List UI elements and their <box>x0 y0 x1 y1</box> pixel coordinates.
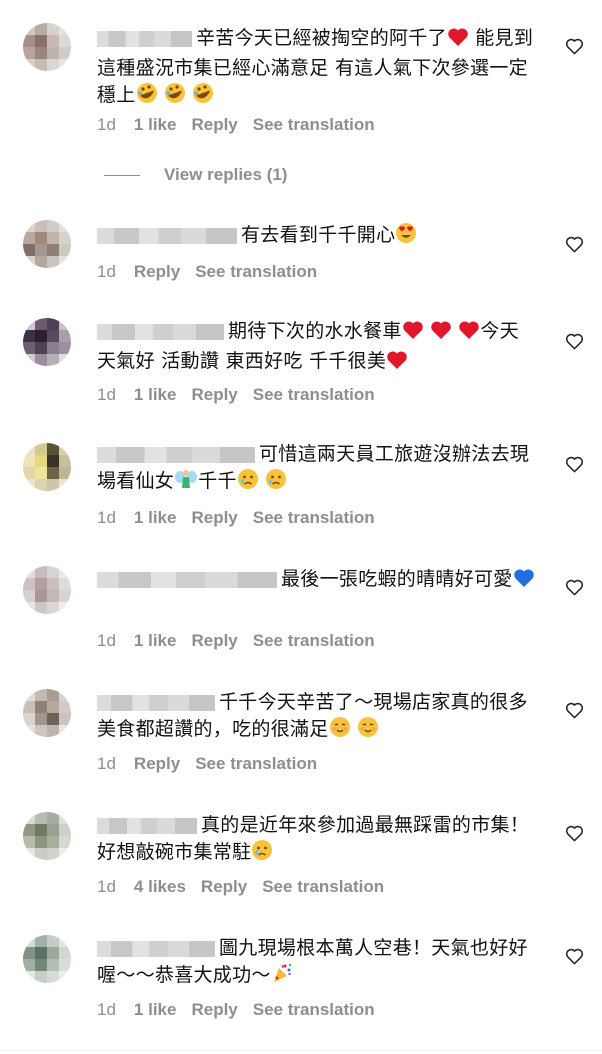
comment-meta: 1d 4 likes Reply See translation <box>97 877 399 897</box>
likes-count[interactable]: 1 like <box>134 115 177 134</box>
comment-body: 有去看到千千開心 <box>241 224 396 246</box>
party-popper-emoji-icon <box>271 962 293 992</box>
reply-button[interactable]: Reply <box>191 115 237 134</box>
username[interactable] <box>97 323 224 340</box>
view-replies-line <box>104 174 140 176</box>
likes-count[interactable]: 1 like <box>134 631 177 650</box>
reply-button[interactable]: Reply <box>134 262 180 281</box>
crying-face-emoji-icon <box>237 468 259 498</box>
avatar[interactable] <box>23 220 71 268</box>
heart-eyes-emoji-icon <box>395 222 417 252</box>
avatar[interactable] <box>23 935 71 983</box>
heart-icon <box>458 320 480 348</box>
timestamp: 1d <box>97 115 116 134</box>
avatar[interactable] <box>23 318 71 366</box>
comment-meta: 1d Reply See translation <box>97 754 332 774</box>
rofl-emoji-icon <box>136 82 158 112</box>
comment-body-cont: 千千 <box>198 470 237 492</box>
timestamp: 1d <box>97 877 116 896</box>
comment-text: 期待下次的水水餐車 今天天氣好 活動讚 東西好吃 千千很美 <box>97 318 537 378</box>
avatar[interactable] <box>23 23 71 71</box>
reply-button[interactable]: Reply <box>191 631 237 650</box>
timestamp: 1d <box>97 631 116 650</box>
heart-icon <box>386 350 408 378</box>
comment-body: 最後一張吃蝦的晴晴好可愛 <box>281 568 513 590</box>
reply-button[interactable]: Reply <box>134 754 180 773</box>
reply-button[interactable]: Reply <box>191 508 237 527</box>
avatar[interactable] <box>23 443 71 491</box>
like-heart-icon[interactable] <box>565 235 584 254</box>
comment-text: 辛苦今天已經被掏空的阿千了 能見到這種盛況市集已經心滿意足 有這人氣下次參選一定… <box>97 25 537 112</box>
like-heart-icon[interactable] <box>565 947 584 966</box>
timestamp: 1d <box>97 385 116 404</box>
see-translation-button[interactable]: See translation <box>195 754 317 773</box>
comment-text: 有去看到千千開心 <box>97 222 537 252</box>
timestamp: 1d <box>97 262 116 281</box>
see-translation-button[interactable]: See translation <box>253 385 375 404</box>
likes-count[interactable]: 1 like <box>134 1000 177 1019</box>
reply-button[interactable]: Reply <box>191 385 237 404</box>
view-replies-label[interactable]: View replies (1) <box>164 165 287 185</box>
comment-text: 可惜這兩天員工旅遊沒辦法去現場看仙女 千千 <box>97 441 537 498</box>
crying-face-emoji-icon <box>251 839 273 869</box>
reply-button[interactable]: Reply <box>201 877 247 896</box>
likes-count[interactable]: 4 likes <box>134 877 186 896</box>
smiling-face-emoji-icon <box>357 716 379 746</box>
like-heart-icon[interactable] <box>565 332 584 351</box>
comment-text: 最後一張吃蝦的晴晴好可愛 <box>97 566 537 596</box>
like-heart-icon[interactable] <box>565 455 584 474</box>
like-heart-icon[interactable] <box>565 578 584 597</box>
blue-heart-icon <box>513 568 535 596</box>
fairy-emoji-icon <box>174 468 198 498</box>
comment-meta: 1d 1 like Reply See translation <box>97 631 390 651</box>
like-heart-icon[interactable] <box>565 824 584 843</box>
avatar[interactable] <box>23 689 71 737</box>
comment-body: 期待下次的水水餐車 <box>228 320 402 342</box>
comment-text: 圖九現場根本萬人空巷！天氣也好好喔～～恭喜大成功～ <box>97 935 537 992</box>
heart-icon <box>447 27 469 55</box>
reply-button[interactable]: Reply <box>191 1000 237 1019</box>
comment-body: 辛苦今天已經被掏空的阿千了 <box>196 27 447 49</box>
view-replies-button[interactable]: View replies (1) <box>104 165 287 185</box>
likes-count[interactable]: 1 like <box>134 508 177 527</box>
heart-icon <box>402 320 424 348</box>
comment-meta: 1d 1 like Reply See translation <box>97 385 390 405</box>
comment-meta: 1d Reply See translation <box>97 262 332 282</box>
see-translation-button[interactable]: See translation <box>195 262 317 281</box>
username[interactable] <box>97 694 215 711</box>
username[interactable] <box>97 817 197 834</box>
username[interactable] <box>97 940 215 957</box>
divider <box>0 1050 602 1051</box>
avatar[interactable] <box>23 812 71 860</box>
like-heart-icon[interactable] <box>565 37 584 56</box>
username[interactable] <box>97 571 277 588</box>
rofl-emoji-icon <box>164 82 186 112</box>
see-translation-button[interactable]: See translation <box>253 631 375 650</box>
likes-count[interactable]: 1 like <box>134 385 177 404</box>
comment-text: 千千今天辛苦了～現場店家真的很多美食都超讚的，吃的很滿足 <box>97 689 537 746</box>
comment-meta: 1d 1 like Reply See translation <box>97 115 390 135</box>
see-translation-button[interactable]: See translation <box>253 508 375 527</box>
see-translation-button[interactable]: See translation <box>262 877 384 896</box>
see-translation-button[interactable]: See translation <box>253 1000 375 1019</box>
rofl-emoji-icon <box>192 82 214 112</box>
comment-meta: 1d 1 like Reply See translation <box>97 508 390 528</box>
username[interactable] <box>97 30 192 47</box>
comment-meta: 1d 1 like Reply See translation <box>97 1000 390 1020</box>
username[interactable] <box>97 446 255 463</box>
timestamp: 1d <box>97 754 116 773</box>
avatar[interactable] <box>23 566 71 614</box>
comment-text: 真的是近年來參加過最無踩雷的市集！好想敲碗市集常駐 <box>97 812 537 869</box>
crying-face-emoji-icon <box>265 468 287 498</box>
smiling-face-emoji-icon <box>329 716 351 746</box>
username[interactable] <box>97 227 237 244</box>
timestamp: 1d <box>97 1000 116 1019</box>
timestamp: 1d <box>97 508 116 527</box>
like-heart-icon[interactable] <box>565 701 584 720</box>
see-translation-button[interactable]: See translation <box>253 115 375 134</box>
heart-icon <box>430 320 452 348</box>
